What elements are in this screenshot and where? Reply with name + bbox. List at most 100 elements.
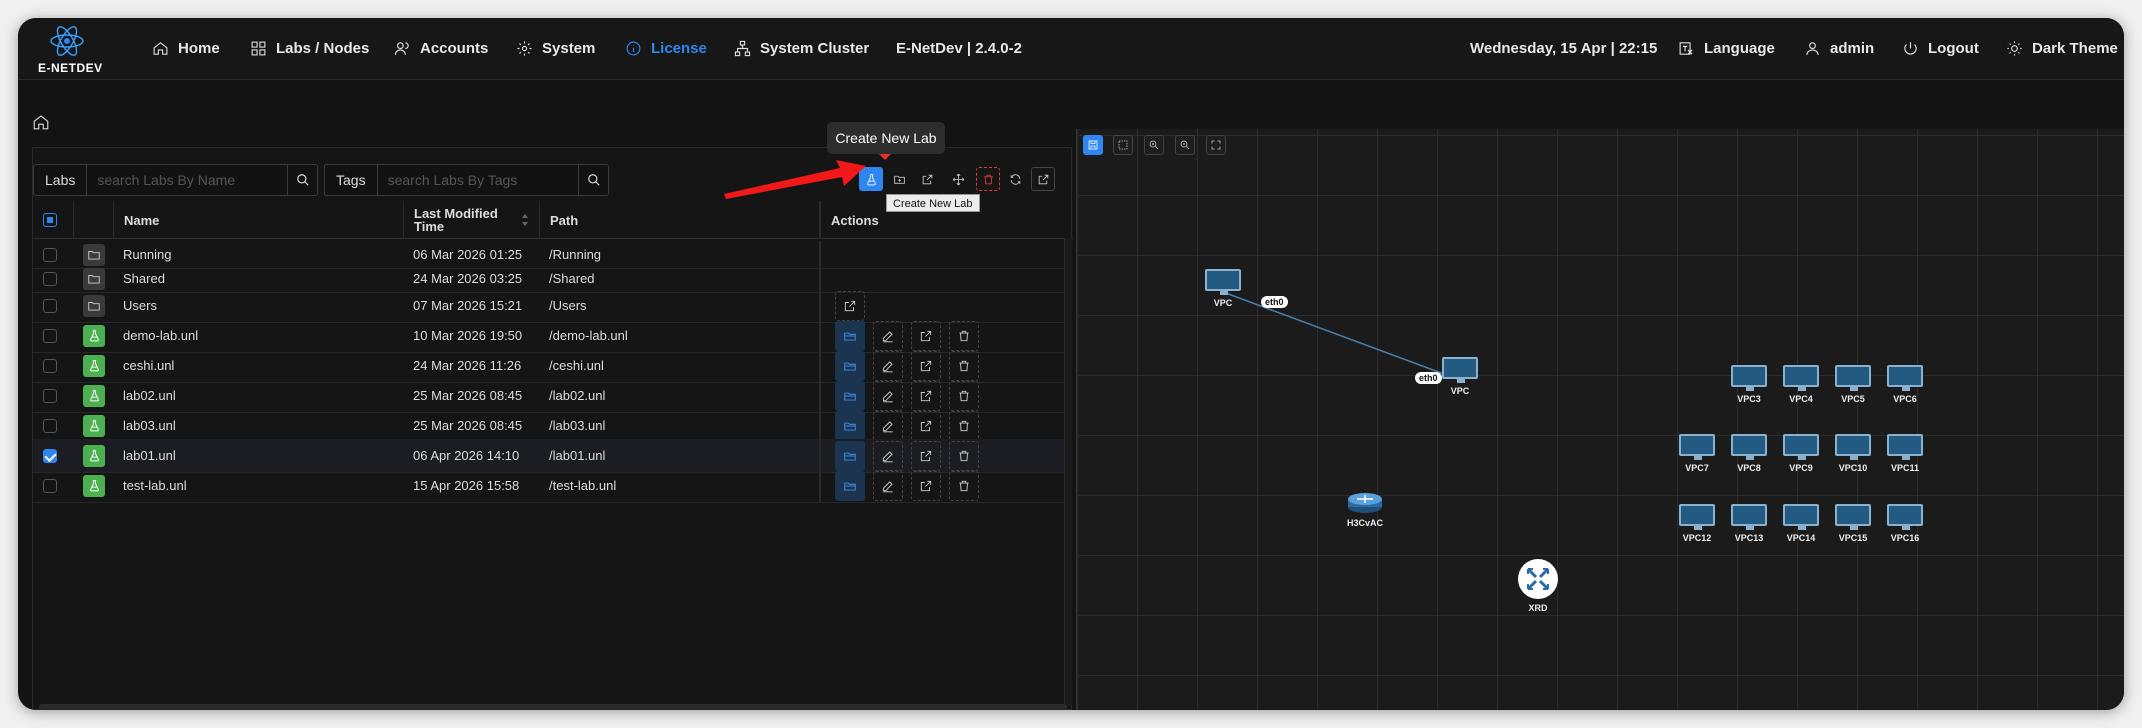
topology-node[interactable]: VPC15 (1828, 504, 1878, 543)
export-lab-button[interactable] (911, 321, 941, 351)
row-name[interactable]: lab02.unl (123, 379, 176, 412)
row-checkbox[interactable] (43, 298, 57, 313)
path-header[interactable]: Path (539, 201, 819, 239)
topology-node[interactable]: VPC (1435, 357, 1485, 396)
open-lab-button[interactable] (835, 411, 865, 441)
row-name[interactable]: test-lab.unl (123, 469, 187, 502)
edit-lab-button[interactable] (873, 381, 903, 411)
topology-node[interactable]: VPC7 (1672, 434, 1722, 473)
table-row[interactable]: Users 07 Mar 2026 15:21/Users (33, 289, 1068, 323)
delete-selected-button[interactable] (976, 167, 1000, 191)
table-row[interactable]: lab01.unl 06 Apr 2026 14:10/lab01.unl (33, 439, 1068, 473)
delete-lab-button[interactable] (949, 321, 979, 351)
row-checkbox[interactable] (43, 418, 57, 433)
delete-lab-button[interactable] (949, 471, 979, 501)
edit-lab-button[interactable] (873, 351, 903, 381)
topology-canvas[interactable]: eth0 eth0 VPC VPC VPC3 VPC4 VPC5 VPC6 VPC7 VPC8… (1076, 129, 2124, 710)
delete-lab-button[interactable] (949, 351, 979, 381)
topology-node[interactable]: VPC9 (1776, 434, 1826, 473)
row-checkbox[interactable] (43, 358, 57, 373)
nav-language[interactable]: Language (1678, 36, 1775, 60)
row-checkbox[interactable] (43, 247, 57, 262)
table-row[interactable]: lab03.unl 25 Mar 2026 08:45/lab03.unl (33, 409, 1068, 443)
create-lab-button[interactable] (859, 167, 883, 191)
export-lab-button[interactable] (911, 351, 941, 381)
nav-theme[interactable]: Dark Theme (2006, 36, 2118, 60)
row-name[interactable]: Running (123, 241, 171, 268)
row-checkbox[interactable] (43, 478, 57, 493)
labs-search-button[interactable] (287, 165, 317, 195)
name-header[interactable]: Name (113, 201, 403, 239)
nav-license[interactable]: License (625, 36, 707, 60)
edit-lab-button[interactable] (873, 441, 903, 471)
edit-lab-button[interactable] (873, 321, 903, 351)
create-folder-button[interactable] (887, 167, 911, 191)
export-lab-button[interactable] (911, 471, 941, 501)
row-name[interactable]: Shared (123, 265, 165, 292)
nav-cluster[interactable]: System Cluster (734, 36, 869, 60)
topology-node[interactable]: VPC5 (1828, 365, 1878, 404)
tags-search-button[interactable] (578, 165, 608, 195)
nav-system[interactable]: System (516, 36, 595, 60)
row-name[interactable]: demo-lab.unl (123, 319, 198, 352)
topology-node[interactable]: VPC14 (1776, 504, 1826, 543)
nav-accounts[interactable]: Accounts (394, 36, 488, 60)
select-all-checkbox[interactable] (43, 213, 57, 227)
open-lab-button[interactable] (835, 381, 865, 411)
row-name[interactable]: lab03.unl (123, 409, 176, 442)
topology-node[interactable]: H3CvAC (1340, 489, 1390, 528)
nav-user[interactable]: admin (1804, 36, 1874, 60)
open-lab-button[interactable] (835, 441, 865, 471)
row-name[interactable]: Users (123, 289, 157, 322)
lab-badge (83, 444, 105, 467)
nav-home[interactable]: Home (152, 36, 220, 60)
refresh-button[interactable] (1003, 167, 1027, 191)
open-external-button[interactable] (1031, 167, 1055, 191)
breadcrumb-home[interactable] (32, 113, 50, 136)
row-checkbox[interactable] (43, 448, 57, 463)
topology-node[interactable]: VPC10 (1828, 434, 1878, 473)
row-name[interactable]: ceshi.unl (123, 349, 174, 382)
link-vpc-vpc[interactable] (1222, 291, 1461, 381)
tags-search-input[interactable]: search Labs By Tags (378, 165, 578, 195)
table-row[interactable]: demo-lab.unl 10 Mar 2026 19:50/demo-lab.u… (33, 319, 1068, 353)
brand-logo[interactable]: E-NETDEV (38, 22, 102, 78)
topology-node[interactable]: XRD (1513, 558, 1563, 613)
vertical-scrollbar[interactable] (1064, 238, 1072, 706)
topology-node[interactable]: VPC8 (1724, 434, 1774, 473)
horizontal-scrollbar[interactable] (39, 704, 1067, 710)
topology-node[interactable]: VPC12 (1672, 504, 1722, 543)
delete-lab-button[interactable] (949, 411, 979, 441)
export-lab-button[interactable] (911, 441, 941, 471)
row-checkbox[interactable] (43, 271, 57, 286)
open-lab-button[interactable] (835, 321, 865, 351)
row-name[interactable]: lab01.unl (123, 439, 176, 472)
move-button[interactable] (946, 167, 970, 191)
export-button[interactable] (915, 167, 939, 191)
topology-node[interactable]: VPC3 (1724, 365, 1774, 404)
row-checkbox[interactable] (43, 388, 57, 403)
edit-lab-button[interactable] (873, 411, 903, 441)
edit-lab-button[interactable] (873, 471, 903, 501)
nav-labs[interactable]: Labs / Nodes (250, 36, 369, 60)
topology-node[interactable]: VPC11 (1880, 434, 1930, 473)
export-folder-button[interactable] (835, 291, 865, 321)
topology-node[interactable]: VPC13 (1724, 504, 1774, 543)
topology-node[interactable]: VPC16 (1880, 504, 1930, 543)
export-lab-button[interactable] (911, 381, 941, 411)
open-lab-button[interactable] (835, 351, 865, 381)
delete-lab-button[interactable] (949, 381, 979, 411)
nav-logout[interactable]: Logout (1902, 36, 1979, 60)
table-row[interactable]: lab02.unl 25 Mar 2026 08:45/lab02.unl (33, 379, 1068, 413)
table-row[interactable]: ceshi.unl 24 Mar 2026 11:26/ceshi.unl (33, 349, 1068, 383)
topology-node[interactable]: VPC4 (1776, 365, 1826, 404)
open-lab-button[interactable] (835, 471, 865, 501)
table-row[interactable]: test-lab.unl 15 Apr 2026 15:58/test-lab.u… (33, 469, 1068, 503)
topology-node[interactable]: VPC6 (1880, 365, 1930, 404)
topology-node[interactable]: VPC (1198, 269, 1248, 308)
export-lab-button[interactable] (911, 411, 941, 441)
modified-header[interactable]: Last Modified Time (403, 201, 539, 239)
row-checkbox[interactable] (43, 328, 57, 343)
labs-search-input[interactable]: search Labs By Name (87, 165, 287, 195)
delete-lab-button[interactable] (949, 441, 979, 471)
